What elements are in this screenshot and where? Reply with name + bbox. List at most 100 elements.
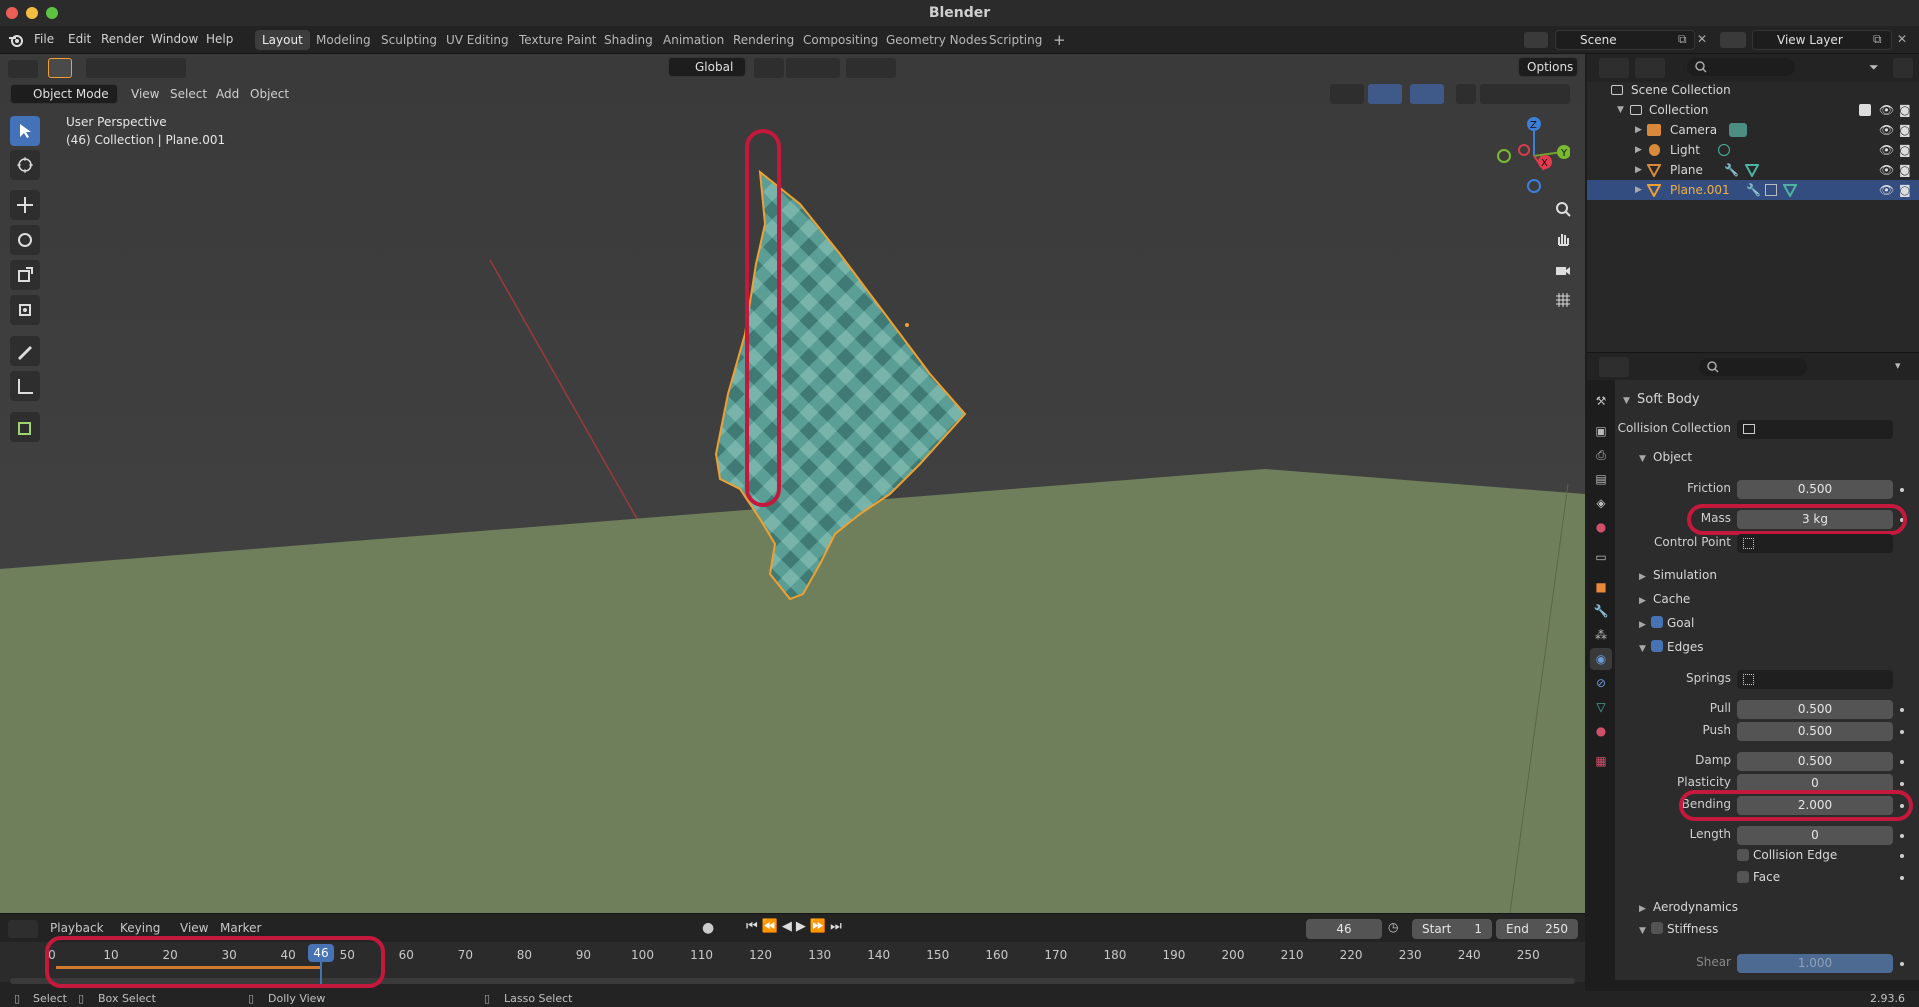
scene-copy-icon[interactable]: ⧉ [1678,32,1687,47]
annotate-tool[interactable] [10,336,40,366]
collapse-object-icon[interactable]: ▼ [1639,454,1646,464]
camera-render-icon[interactable]: ◙ [1899,180,1911,200]
menu-edit[interactable]: Edit [68,32,91,46]
rotate-tool[interactable] [10,225,40,255]
tool-tab-icon[interactable]: ⚒ [1590,390,1612,412]
zoom-icon[interactable] [1551,197,1575,221]
collision-edge-checkbox[interactable] [1737,849,1749,861]
goal-section[interactable]: Goal [1667,616,1694,630]
tab-rendering[interactable]: Rendering [726,30,801,50]
output-tab-icon[interactable]: ⎙ [1590,444,1612,466]
menu-file[interactable]: File [34,32,54,46]
timeline-scrollbar[interactable] [10,978,1575,984]
collision-edge-keyframe-dot[interactable] [1900,854,1904,858]
overlay-toggle-icon[interactable] [1410,84,1444,104]
eye-icon[interactable]: 👁 [1879,160,1894,180]
select-box-tool[interactable] [10,116,40,146]
wrench-icon[interactable]: 🔧 [1724,160,1739,180]
current-frame-field[interactable]: 46 [1306,919,1382,939]
gizmo-toggle-icon[interactable] [1368,84,1402,104]
springs-field[interactable] [1737,670,1893,689]
properties-search-input[interactable] [1699,358,1807,376]
camera-render-icon[interactable]: ◙ [1899,120,1911,140]
tab-scripting[interactable]: Scripting [982,30,1049,50]
end-frame-field[interactable]: End 250 [1496,919,1578,939]
timeline-menu-playback[interactable]: Playback [50,921,104,935]
menu-help[interactable]: Help [206,32,233,46]
simulation-section[interactable]: Simulation [1653,568,1717,582]
expand-camera-icon[interactable]: ▶ [1635,120,1642,140]
light-data-icon[interactable] [1718,144,1730,156]
scene-selector[interactable]: Scene [1555,30,1695,50]
pull-field[interactable]: 0.500 [1737,700,1893,719]
viewport-menu-object[interactable]: Object [250,87,289,101]
outliner-row-collection[interactable]: ▼ Collection 👁 ◙ [1587,100,1919,120]
bending-field[interactable]: 2.000 [1737,796,1893,815]
outliner-row-light[interactable]: ▶ Light 👁 ◙ [1587,140,1919,160]
view-layer-selector[interactable]: View Layer [1752,30,1892,50]
object-mode-dropdown[interactable]: Object Mode [10,84,118,104]
scene-browse-icon[interactable] [1524,32,1548,48]
texture-tab-icon[interactable]: ▦ [1590,750,1612,772]
cache-section[interactable]: Cache [1653,592,1690,606]
start-frame-field[interactable]: Start 1 [1412,919,1492,939]
tab-modeling[interactable]: Modeling [309,30,378,50]
transform-orientation-dropdown[interactable]: Global [668,57,746,77]
friction-keyframe-dot[interactable] [1900,488,1904,492]
tab-shading[interactable]: Shading [597,30,660,50]
world-tab-icon[interactable]: ● [1590,516,1612,538]
camera-render-icon[interactable]: ◙ [1899,140,1911,160]
menu-render[interactable]: Render [101,32,144,46]
view-layer-browse-icon[interactable] [1720,32,1746,48]
properties-options-icon[interactable]: ▾ [1895,359,1901,372]
mass-field[interactable]: 3 kg [1737,510,1893,529]
navigation-gizmo[interactable]: Z Y X [1490,112,1570,198]
new-collection-icon[interactable] [1893,58,1913,78]
collision-collection-field[interactable] [1737,420,1893,439]
viewport-menu-add[interactable]: Add [216,87,239,101]
expand-collection-icon[interactable]: ▼ [1617,100,1624,120]
timeline-editor-type-icon[interactable] [8,920,38,938]
scene-remove-icon[interactable]: ✕ [1697,32,1707,46]
properties-editor-type-icon[interactable] [1599,357,1629,377]
viewport-menu-select[interactable]: Select [170,87,207,101]
physics-tab-icon[interactable]: ◉ [1590,648,1612,670]
timeline-menu-view[interactable]: View [180,921,208,935]
particles-tab-icon[interactable]: ⁂ [1590,624,1612,646]
goal-checkbox[interactable] [1651,616,1663,628]
measure-tool[interactable] [10,371,40,401]
outliner-row-plane[interactable]: ▶ Plane 🔧 👁 ◙ [1587,160,1919,180]
view-layer-remove-icon[interactable]: ✕ [1897,32,1907,46]
wrench-icon[interactable]: 🔧 [1746,180,1761,200]
expand-light-icon[interactable]: ▶ [1635,140,1642,160]
scene-tab-icon[interactable]: ◈ [1590,492,1612,514]
playhead-marker[interactable]: 46 [308,944,334,962]
minimize-window-button[interactable] [26,7,38,19]
modifier-tab-icon[interactable]: 🔧 [1590,600,1612,622]
viewport-menu-view[interactable]: View [131,87,159,101]
outliner-row-scene-collection[interactable]: Scene Collection [1587,80,1919,100]
blender-logo-icon[interactable] [8,32,24,48]
shear-keyframe-dot[interactable] [1900,962,1904,966]
outliner-editor-type-icon[interactable] [1599,58,1629,78]
bending-keyframe-dot[interactable] [1900,804,1904,808]
pan-hand-icon[interactable] [1551,227,1575,251]
collapse-stiffness-icon[interactable]: ▼ [1639,926,1646,936]
expand-plane-icon[interactable]: ▶ [1635,160,1642,180]
friction-field[interactable]: 0.500 [1737,480,1893,499]
render-tab-icon[interactable]: ▣ [1590,420,1612,442]
eye-icon[interactable]: 👁 [1879,100,1894,120]
visibility-icon[interactable] [1330,84,1364,104]
preview-range-clock-icon[interactable]: ◷ [1388,920,1398,934]
timeline-menu-keying[interactable]: Keying [120,921,160,935]
scale-tool[interactable] [10,260,40,290]
view-layer-copy-icon[interactable]: ⧉ [1873,32,1882,47]
mesh-data-icon[interactable] [1783,183,1797,197]
tab-uv-editing[interactable]: UV Editing [439,30,516,50]
damp-field[interactable]: 0.500 [1737,752,1893,771]
face-keyframe-dot[interactable] [1900,876,1904,880]
3d-viewport[interactable] [0,54,1585,913]
collapse-softbody-icon[interactable]: ▼ [1623,396,1630,406]
timeline-menu-marker[interactable]: Marker [220,921,261,935]
outliner-row-camera[interactable]: ▶ Camera 👁 ◙ [1587,120,1919,140]
